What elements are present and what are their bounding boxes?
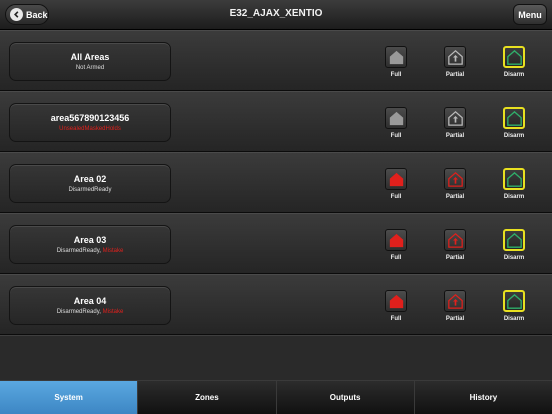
tab-outputs[interactable]: Outputs xyxy=(275,380,414,414)
house-disarm-icon xyxy=(503,107,525,129)
house-disarm-icon xyxy=(503,229,525,251)
disarm-label: Disarm xyxy=(503,255,525,261)
house-partial-icon xyxy=(444,107,466,129)
full-label: Full xyxy=(390,133,402,139)
full-label: Full xyxy=(390,194,402,200)
house-full-icon xyxy=(385,168,407,190)
area-row: area567890123456 UnsealedMaskedHolds Ful… xyxy=(0,91,552,152)
area-name: area567890123456 xyxy=(50,113,130,123)
area-button[interactable]: Area 02 DisarmedReady xyxy=(9,164,171,203)
house-partial-icon xyxy=(444,290,466,312)
area-row: Area 02 DisarmedReady Full Partial Disar… xyxy=(0,152,552,213)
disarm-button[interactable]: Disarm xyxy=(496,168,532,200)
empty-space xyxy=(0,335,552,380)
partial-label: Partial xyxy=(445,316,465,322)
area-list: All Areas Not Armed Full Partial Disarm … xyxy=(0,30,552,335)
full-label: Full xyxy=(390,316,402,322)
house-disarm-icon xyxy=(503,46,525,68)
house-partial-icon xyxy=(444,46,466,68)
partial-arm-button[interactable]: Partial xyxy=(437,46,473,78)
area-status-alert: UnsealedMaskedHolds xyxy=(59,126,121,132)
area-button[interactable]: All Areas Not Armed xyxy=(9,42,171,81)
disarm-label: Disarm xyxy=(503,316,525,322)
area-status-text: DisarmedReady, xyxy=(56,309,103,315)
area-button[interactable]: Area 03 DisarmedReady, Mistake xyxy=(9,225,171,264)
area-status: Not Armed xyxy=(10,65,170,71)
partial-arm-button[interactable]: Partial xyxy=(437,107,473,139)
area-name: Area 03 xyxy=(73,235,107,245)
area-name: Area 04 xyxy=(73,296,107,306)
area-status-alert: Mistake xyxy=(102,309,124,315)
top-bar: Back E32_AJAX_XENTIO Menu xyxy=(0,0,552,30)
tab-history[interactable]: History xyxy=(413,380,552,414)
house-partial-icon xyxy=(444,168,466,190)
partial-label: Partial xyxy=(445,255,465,261)
page-title: E32_AJAX_XENTIO xyxy=(229,8,323,19)
area-name: Area 02 xyxy=(73,174,107,184)
partial-label: Partial xyxy=(445,72,465,78)
house-disarm-icon xyxy=(503,290,525,312)
area-button[interactable]: Area 04 DisarmedReady, Mistake xyxy=(9,286,171,325)
area-row: Area 04 DisarmedReady, Mistake Full Part… xyxy=(0,274,552,335)
house-full-icon xyxy=(385,229,407,251)
area-row: Area 03 DisarmedReady, Mistake Full Part… xyxy=(0,213,552,274)
tab-zones[interactable]: Zones xyxy=(137,380,276,414)
house-full-icon xyxy=(385,46,407,68)
full-arm-button[interactable]: Full xyxy=(378,107,414,139)
tab-bar: System Zones Outputs History xyxy=(0,380,552,414)
partial-arm-button[interactable]: Partial xyxy=(437,168,473,200)
disarm-label: Disarm xyxy=(503,72,525,78)
full-arm-button[interactable]: Full xyxy=(378,46,414,78)
area-status-text: DisarmedReady xyxy=(68,187,112,193)
area-row: All Areas Not Armed Full Partial Disarm xyxy=(0,30,552,91)
area-status: DisarmedReady xyxy=(10,187,170,193)
disarm-button[interactable]: Disarm xyxy=(496,107,532,139)
area-status-text: DisarmedReady, xyxy=(56,248,103,254)
tab-system[interactable]: System xyxy=(0,380,138,414)
partial-arm-button[interactable]: Partial xyxy=(437,229,473,261)
house-full-icon xyxy=(385,290,407,312)
full-label: Full xyxy=(390,72,402,78)
area-status-alert: Mistake xyxy=(102,248,124,254)
house-full-icon xyxy=(385,107,407,129)
area-status: DisarmedReady, Mistake xyxy=(10,248,170,254)
area-status: DisarmedReady, Mistake xyxy=(10,309,170,315)
full-label: Full xyxy=(390,255,402,261)
disarm-label: Disarm xyxy=(503,194,525,200)
area-name: All Areas xyxy=(70,52,110,62)
disarm-button[interactable]: Disarm xyxy=(496,46,532,78)
house-disarm-icon xyxy=(503,168,525,190)
disarm-button[interactable]: Disarm xyxy=(496,290,532,322)
partial-label: Partial xyxy=(445,194,465,200)
full-arm-button[interactable]: Full xyxy=(378,290,414,322)
area-status-text: Not Armed xyxy=(75,65,105,71)
partial-label: Partial xyxy=(445,133,465,139)
disarm-label: Disarm xyxy=(503,133,525,139)
full-arm-button[interactable]: Full xyxy=(378,229,414,261)
house-partial-icon xyxy=(444,229,466,251)
menu-button[interactable]: Menu xyxy=(513,4,547,25)
full-arm-button[interactable]: Full xyxy=(378,168,414,200)
partial-arm-button[interactable]: Partial xyxy=(437,290,473,322)
area-status: UnsealedMaskedHolds xyxy=(10,126,170,132)
area-button[interactable]: area567890123456 UnsealedMaskedHolds xyxy=(9,103,171,142)
disarm-button[interactable]: Disarm xyxy=(496,229,532,261)
